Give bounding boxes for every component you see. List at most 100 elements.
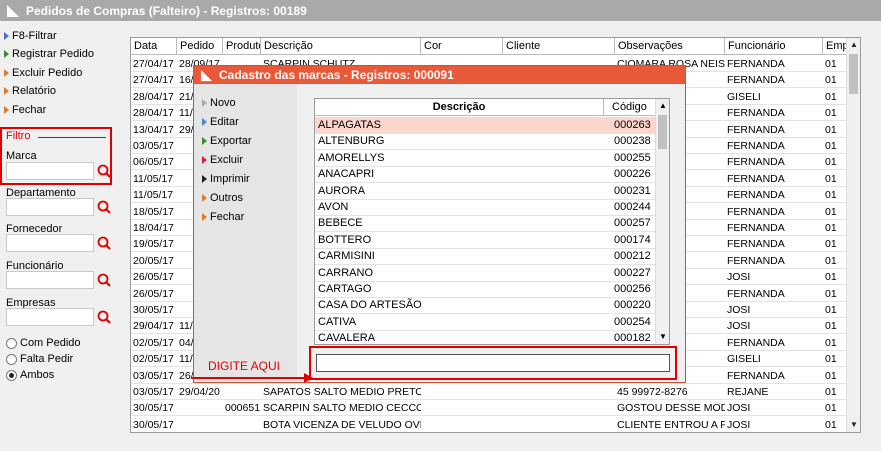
- brand-row[interactable]: BEBECE 000257: [315, 215, 656, 233]
- cell-emp: 01: [825, 336, 837, 349]
- delete-order-label: Excluir Pedido: [12, 67, 83, 79]
- brand-name: AURORA: [318, 184, 366, 197]
- menu-outros[interactable]: Outros: [202, 189, 243, 206]
- report-label: Relatório: [12, 85, 57, 97]
- col-header-descricao[interactable]: Descrição: [315, 99, 604, 116]
- menu-novo[interactable]: Novo: [202, 94, 236, 111]
- brand-row[interactable]: CARRANO 000227: [315, 265, 656, 282]
- search-icon[interactable]: [96, 272, 112, 288]
- cell-emp: 01: [825, 74, 837, 87]
- brands-grid[interactable]: Descrição Código ALPAGATAS 000263 ALTENBUR…: [314, 98, 670, 345]
- delete-order-action[interactable]: Excluir Pedido: [4, 64, 82, 82]
- cell-funcionario: FERNANDA: [727, 140, 785, 152]
- cell-emp: 01: [825, 369, 837, 382]
- cell-funcionario: FERNANDA: [727, 205, 785, 218]
- menu-editar[interactable]: Editar: [202, 113, 239, 130]
- col-header-produto[interactable]: Produto: [223, 38, 261, 55]
- annotation-arrow-icon: [192, 373, 313, 383]
- cell-emp: 01: [825, 353, 837, 366]
- scroll-down-icon[interactable]: ▼: [847, 418, 860, 432]
- cell-emp: 01: [825, 418, 837, 431]
- brands-grid-header: Descrição Código: [315, 99, 669, 116]
- col-header-codigo[interactable]: Código: [604, 99, 656, 116]
- radio-com-pedido[interactable]: Com Pedido: [6, 337, 81, 349]
- brand-row[interactable]: CASA DO ARTESÃO 000220: [315, 297, 656, 315]
- col-header-pedido[interactable]: Pedido: [177, 38, 223, 55]
- report-action[interactable]: Relatório: [4, 82, 56, 100]
- search-icon[interactable]: [96, 309, 112, 325]
- col-header-funcionario[interactable]: Funcionário: [725, 38, 823, 55]
- brand-name: AMORELLYS: [318, 151, 385, 164]
- cell-data: 03/05/17: [133, 369, 174, 382]
- brand-row[interactable]: ALPAGATAS 000263: [315, 117, 656, 134]
- col-header-emp[interactable]: Emp: [823, 38, 848, 55]
- scroll-thumb[interactable]: [849, 54, 858, 94]
- register-order-action[interactable]: Registrar Pedido: [4, 45, 94, 63]
- register-order-label: Registrar Pedido: [12, 48, 94, 60]
- col-header-data[interactable]: Data: [131, 38, 177, 55]
- cell-data: 26/05/17: [133, 271, 174, 284]
- cell-emp: 01: [825, 90, 837, 103]
- brand-row[interactable]: AURORA 000231: [315, 183, 656, 200]
- filter-fornecedor-input[interactable]: [6, 234, 94, 252]
- table-row[interactable]: 03/05/17 29/04/20 SAPATOS SALTO MEDIO PRET…: [131, 384, 848, 400]
- brand-name: AVON: [318, 201, 349, 213]
- brand-row[interactable]: AMORELLYS 000255: [315, 150, 656, 167]
- col-header-descricao[interactable]: Descrição: [261, 38, 421, 55]
- cell-descricao: BOTA VICENZA DE VELUDO OVER: [263, 418, 421, 431]
- filter-title: Filtro: [6, 130, 31, 142]
- search-icon[interactable]: [96, 199, 112, 215]
- search-icon[interactable]: [96, 235, 112, 251]
- radio-ambos[interactable]: Ambos: [6, 369, 54, 381]
- brands-grid-scrollbar[interactable]: ▲ ▼: [655, 99, 669, 344]
- cell-emp: 01: [825, 386, 837, 398]
- col-header-observacoes[interactable]: Observações: [615, 38, 725, 55]
- table-row[interactable]: 30/05/17 000651SCARPIN SALTO MEDIO CECCON…: [131, 400, 848, 417]
- filter-marca-label: Marca: [6, 150, 37, 162]
- cell-produto: [223, 417, 261, 432]
- cell-emp: 01: [825, 107, 837, 120]
- scroll-down-icon[interactable]: ▼: [656, 330, 669, 344]
- brand-row[interactable]: CATIVA 000254: [315, 314, 656, 331]
- scroll-up-icon[interactable]: ▲: [656, 99, 669, 113]
- brand-row[interactable]: CARMISINI 000212: [315, 248, 656, 266]
- col-header-cor[interactable]: Cor: [421, 38, 503, 55]
- filter-action[interactable]: F8-Filtrar: [4, 27, 57, 45]
- brand-row[interactable]: BOTTERO 000174: [315, 232, 656, 249]
- cell-cliente: [503, 400, 615, 416]
- cell-emp: 01: [825, 140, 837, 152]
- search-icon[interactable]: [96, 163, 112, 179]
- filter-funcionario-input[interactable]: [6, 271, 94, 289]
- brand-row[interactable]: CARTAGO 000256: [315, 281, 656, 298]
- brand-row[interactable]: ALTENBURG 000238: [315, 133, 656, 151]
- menu-editar-label: Editar: [210, 115, 239, 128]
- cell-funcionario: FERNANDA: [727, 74, 785, 87]
- brand-row[interactable]: ANACAPRI 000226: [315, 166, 656, 184]
- brand-search-input[interactable]: [316, 354, 670, 372]
- highlight-box-search: [309, 346, 677, 380]
- edit-arrow-icon: [202, 117, 207, 126]
- cell-observacoes: 45 99972-8276: [617, 386, 688, 398]
- brand-row[interactable]: CAVALERA 000182: [315, 330, 656, 344]
- cell-emp: 01: [825, 402, 837, 415]
- menu-excluir-label: Excluir: [210, 153, 244, 166]
- filter-departamento-input[interactable]: [6, 198, 94, 216]
- cell-funcionario: JOSI: [727, 418, 751, 431]
- brand-row[interactable]: AVON 000244: [315, 199, 656, 216]
- table-row[interactable]: 30/05/17 BOTA VICENZA DE VELUDO OVER CLIEN…: [131, 417, 848, 432]
- brand-name: ALPAGATAS: [318, 119, 381, 131]
- filter-marca-input[interactable]: [6, 162, 94, 180]
- scroll-up-icon[interactable]: ▲: [847, 38, 860, 52]
- filter-empresas-input[interactable]: [6, 308, 94, 326]
- menu-imprimir[interactable]: Imprimir: [202, 170, 250, 187]
- col-header-cliente[interactable]: Cliente: [503, 38, 615, 55]
- radio-falta-pedir[interactable]: Falta Pedir: [6, 353, 73, 365]
- menu-fechar[interactable]: Fechar: [202, 208, 244, 225]
- orders-grid-scrollbar[interactable]: ▲ ▼: [846, 38, 860, 432]
- radio-circle: [6, 353, 17, 365]
- close-action[interactable]: Fechar: [4, 101, 46, 119]
- scroll-thumb[interactable]: [658, 115, 667, 149]
- menu-exportar[interactable]: Exportar: [202, 132, 252, 149]
- cell-cor: [421, 384, 503, 400]
- menu-excluir[interactable]: Excluir: [202, 151, 243, 168]
